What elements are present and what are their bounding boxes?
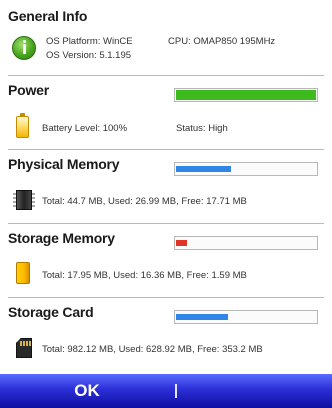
storage-memory-details: Total: 17.95 MB, Used: 16.36 MB, Free: 1…: [42, 270, 247, 281]
right-softkey-button[interactable]: [178, 374, 332, 408]
power-level-fill: [176, 90, 316, 100]
storage-memory-fill: [176, 240, 188, 246]
storage-memory-bar: [174, 236, 318, 250]
cpu-text: CPU: OMAP850 195MHz: [168, 36, 276, 47]
divider: [8, 149, 324, 150]
physical-memory-section: Physical Memory Total: 44.7 MB, Used: 26…: [8, 156, 324, 220]
physical-memory-title: Physical Memory: [8, 156, 120, 172]
divider: [8, 223, 324, 224]
storage-folder-icon: [16, 262, 30, 284]
divider: [8, 297, 324, 298]
storage-card-bar: [174, 310, 318, 324]
memory-chip-icon: [13, 190, 35, 210]
sd-card-icon: [16, 338, 32, 358]
menu-bar-separator: [175, 384, 177, 398]
physical-memory-fill: [176, 166, 231, 172]
storage-memory-title: Storage Memory: [8, 230, 115, 246]
general-info-section: General Info OS Platform: WinCE CPU: OMA…: [8, 8, 324, 74]
battery-icon: [16, 113, 29, 138]
storage-card-title: Storage Card: [8, 304, 94, 320]
menu-bar: OK: [0, 374, 332, 408]
storage-card-section: Storage Card Total: 982.12 MB, Used: 628…: [8, 304, 324, 368]
system-info-screen: General Info OS Platform: WinCE CPU: OMA…: [0, 0, 332, 408]
power-title: Power: [8, 82, 50, 98]
power-section: Power Battery Level: 100% Status: High: [8, 82, 324, 146]
ok-softkey-button[interactable]: OK: [0, 374, 174, 408]
battery-level-text: Battery Level: 100%: [42, 123, 128, 134]
divider: [8, 75, 324, 76]
power-level-bar: [174, 88, 318, 102]
os-version-text: OS Version: 5.1.195: [46, 50, 132, 61]
storage-card-fill: [176, 314, 228, 320]
physical-memory-details: Total: 44.7 MB, Used: 26.99 MB, Free: 17…: [42, 196, 247, 207]
general-info-title: General Info: [8, 8, 88, 24]
os-platform-text: OS Platform: WinCE: [46, 36, 133, 47]
storage-memory-section: Storage Memory Total: 17.95 MB, Used: 16…: [8, 230, 324, 294]
info-icon: [12, 36, 36, 60]
storage-card-details: Total: 982.12 MB, Used: 628.92 MB, Free:…: [42, 344, 263, 355]
power-status-text: Status: High: [176, 123, 228, 134]
sd-card-pins: [20, 341, 31, 346]
physical-memory-bar: [174, 162, 318, 176]
